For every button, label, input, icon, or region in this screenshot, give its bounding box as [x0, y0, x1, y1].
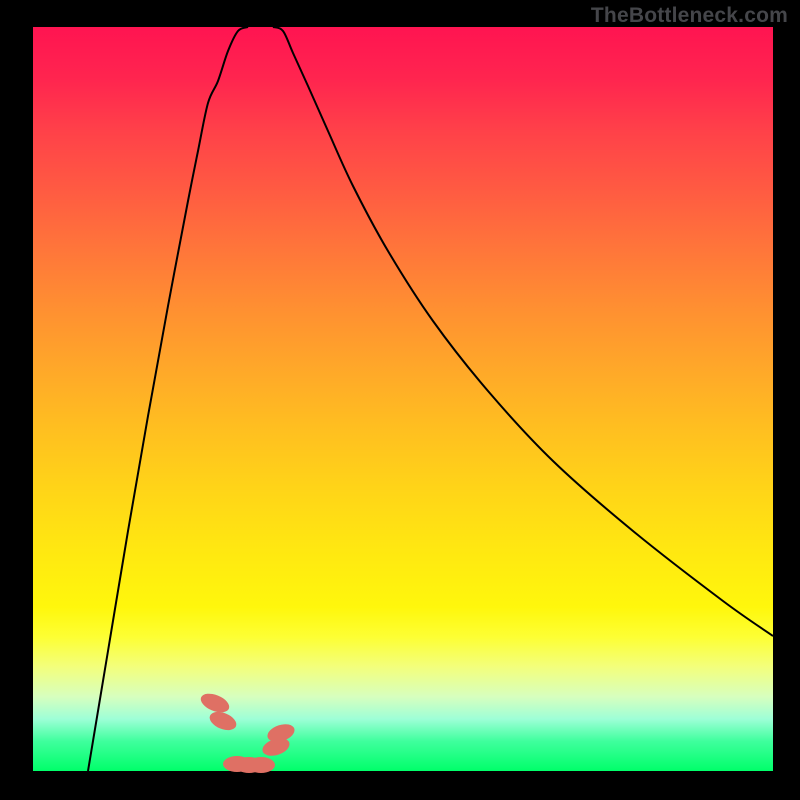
curve-group — [88, 27, 773, 771]
watermark-text: TheBottleneck.com — [591, 4, 788, 28]
curve-left-curve — [88, 27, 248, 771]
curve-right-curve — [273, 27, 773, 636]
chart-frame: TheBottleneck.com — [0, 0, 800, 800]
chart-svg — [33, 27, 773, 771]
marker-group — [198, 690, 297, 773]
bottom-marker-right — [247, 757, 275, 773]
left-marker-upper — [198, 690, 232, 716]
